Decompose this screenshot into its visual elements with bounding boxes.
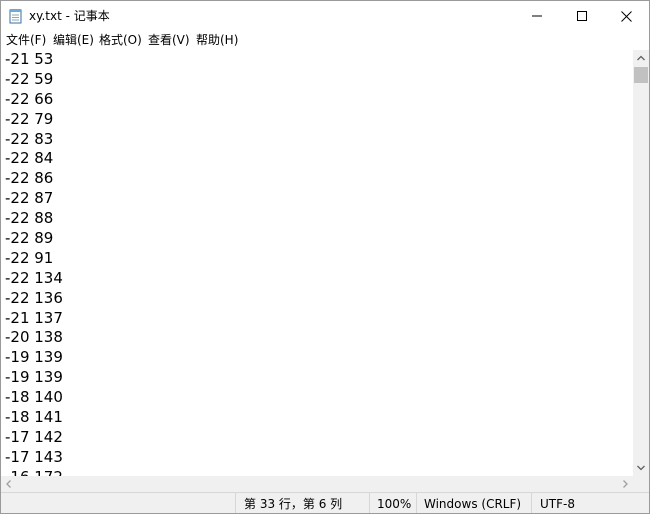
text-line: -20 138 bbox=[5, 328, 63, 347]
maximize-button[interactable] bbox=[559, 1, 604, 31]
window-title: xy.txt - 记事本 bbox=[29, 9, 110, 23]
chevron-down-icon bbox=[637, 465, 645, 471]
minimize-icon bbox=[531, 15, 542, 17]
notepad-window: xy.txt - 记事本 文件(F) 编辑(E) 格式(O) 查看(V) 帮助(… bbox=[0, 0, 650, 514]
status-separator bbox=[531, 493, 532, 513]
menu-edit[interactable]: 编辑(E) bbox=[52, 32, 95, 48]
zoom-level: 100% bbox=[377, 497, 412, 511]
scroll-down-button[interactable] bbox=[633, 460, 649, 476]
text-line: -22 87 bbox=[5, 189, 54, 208]
text-editor[interactable]: -21 53 -22 59 -22 66 -22 79 -22 83 -22 84 -22 … bbox=[1, 50, 632, 476]
text-line: -19 139 bbox=[5, 348, 63, 367]
text-line: -21 137 bbox=[5, 308, 63, 327]
text-line: -18 141 bbox=[5, 408, 63, 427]
text-line: -22 86 bbox=[5, 169, 54, 188]
menu-bar: 文件(F) 编辑(E) 格式(O) 查看(V) 帮助(H) bbox=[1, 31, 649, 50]
text-line: -22 88 bbox=[5, 209, 54, 228]
text-line: -18 140 bbox=[5, 388, 63, 407]
text-line: -22 134 bbox=[5, 268, 63, 287]
vertical-scrollbar[interactable] bbox=[633, 50, 649, 476]
text-line: -22 59 bbox=[5, 69, 54, 88]
text-line: -16 172 bbox=[5, 468, 63, 476]
cursor-position: 第 33 行，第 6 列 bbox=[244, 497, 343, 511]
text-line: -22 84 bbox=[5, 149, 54, 168]
status-separator bbox=[369, 493, 370, 513]
text-line: -22 89 bbox=[5, 229, 54, 248]
text-line: -22 66 bbox=[5, 89, 54, 108]
text-line: -19 139 bbox=[5, 368, 63, 387]
chevron-up-icon bbox=[637, 55, 645, 61]
horizontal-scrollbar[interactable] bbox=[1, 476, 633, 492]
scroll-left-button[interactable] bbox=[1, 476, 17, 492]
text-line: -21 53 bbox=[5, 50, 54, 68]
text-line: -17 143 bbox=[5, 447, 63, 466]
vertical-scroll-thumb[interactable] bbox=[634, 67, 648, 83]
status-separator bbox=[235, 493, 236, 513]
text-line: -22 91 bbox=[5, 248, 54, 267]
text-line: -22 136 bbox=[5, 288, 63, 307]
chevron-left-icon bbox=[6, 480, 11, 488]
close-icon bbox=[621, 10, 632, 22]
line-ending: Windows (CRLF) bbox=[424, 497, 522, 511]
scroll-up-button[interactable] bbox=[633, 50, 649, 66]
text-line: -22 83 bbox=[5, 129, 54, 148]
encoding: UTF-8 bbox=[540, 497, 575, 511]
scroll-right-button[interactable] bbox=[617, 476, 633, 492]
notepad-icon bbox=[9, 8, 23, 24]
close-button[interactable] bbox=[604, 1, 649, 31]
status-bar: 第 33 行，第 6 列 100% Windows (CRLF) UTF-8 bbox=[1, 492, 649, 513]
title-bar[interactable]: xy.txt - 记事本 bbox=[1, 1, 649, 31]
menu-format[interactable]: 格式(O) bbox=[98, 32, 143, 48]
menu-view[interactable]: 查看(V) bbox=[147, 32, 191, 48]
editor-lines: -21 53 -22 59 -22 66 -22 79 -22 83 -22 84 -22 … bbox=[5, 50, 63, 476]
minimize-button[interactable] bbox=[514, 1, 559, 31]
status-separator bbox=[416, 493, 417, 513]
chevron-right-icon bbox=[623, 480, 628, 488]
maximize-icon bbox=[576, 11, 587, 21]
menu-file[interactable]: 文件(F) bbox=[5, 32, 47, 48]
scrollbar-corner bbox=[633, 476, 649, 492]
menu-help[interactable]: 帮助(H) bbox=[195, 32, 239, 48]
text-line: -22 79 bbox=[5, 109, 54, 128]
text-line: -17 142 bbox=[5, 427, 63, 446]
